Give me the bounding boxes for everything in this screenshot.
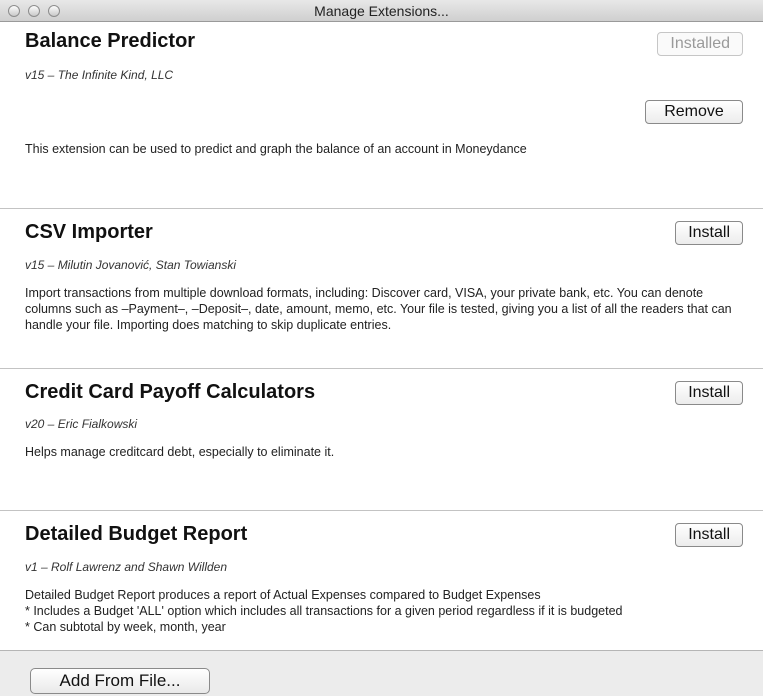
extension-description: This extension can be used to predict an… xyxy=(25,142,527,156)
install-button[interactable]: Install xyxy=(675,523,743,547)
extension-meta: v20 – Eric Fialkowski xyxy=(25,417,138,431)
extension-name: Balance Predictor xyxy=(25,30,196,52)
installed-status-button: Installed xyxy=(657,32,743,56)
footer-bar: Add From File... xyxy=(0,650,763,696)
remove-button[interactable]: Remove xyxy=(645,100,743,124)
extensions-list[interactable]: Balance Predictor Installed v15 – The In… xyxy=(0,22,763,650)
extension-item-csv-importer: CSV Importer Install v15 – Milutin Jovan… xyxy=(0,209,763,369)
extension-description: Helps manage creditcard debt, especially… xyxy=(25,445,335,459)
extension-name: Credit Card Payoff Calculators xyxy=(25,381,316,403)
extension-meta: v15 – The Infinite Kind, LLC xyxy=(25,68,174,82)
description-line: * Includes a Budget 'ALL' option which i… xyxy=(25,604,623,618)
description-line: * Can subtotal by week, month, year xyxy=(25,620,226,634)
extension-meta: v15 – Milutin Jovanović, Stan Towianski xyxy=(25,258,236,272)
install-button[interactable]: Install xyxy=(675,381,743,405)
install-button[interactable]: Install xyxy=(675,221,743,245)
vertical-scrollbar[interactable] xyxy=(757,22,763,650)
description-line: Detailed Budget Report produces a report… xyxy=(25,588,541,602)
title-bar: Manage Extensions... xyxy=(0,0,763,22)
extension-name: Detailed Budget Report xyxy=(25,523,248,545)
manage-extensions-window: Manage Extensions... Balance Predictor I… xyxy=(0,0,763,696)
extension-item-detailed-budget-report: Detailed Budget Report Install v1 – Rolf… xyxy=(0,511,763,650)
window-title: Manage Extensions... xyxy=(314,3,449,19)
extension-item-credit-card-payoff: Credit Card Payoff Calculators Install v… xyxy=(0,369,763,511)
extension-description: Detailed Budget Report produces a report… xyxy=(25,587,740,635)
extension-item-balance-predictor: Balance Predictor Installed v15 – The In… xyxy=(0,22,763,209)
extension-description: Import transactions from multiple downlo… xyxy=(25,286,732,332)
extension-name: CSV Importer xyxy=(25,221,153,243)
extension-meta: v1 – Rolf Lawrenz and Shawn Willden xyxy=(25,560,228,574)
add-from-file-button[interactable]: Add From File... xyxy=(30,668,210,694)
